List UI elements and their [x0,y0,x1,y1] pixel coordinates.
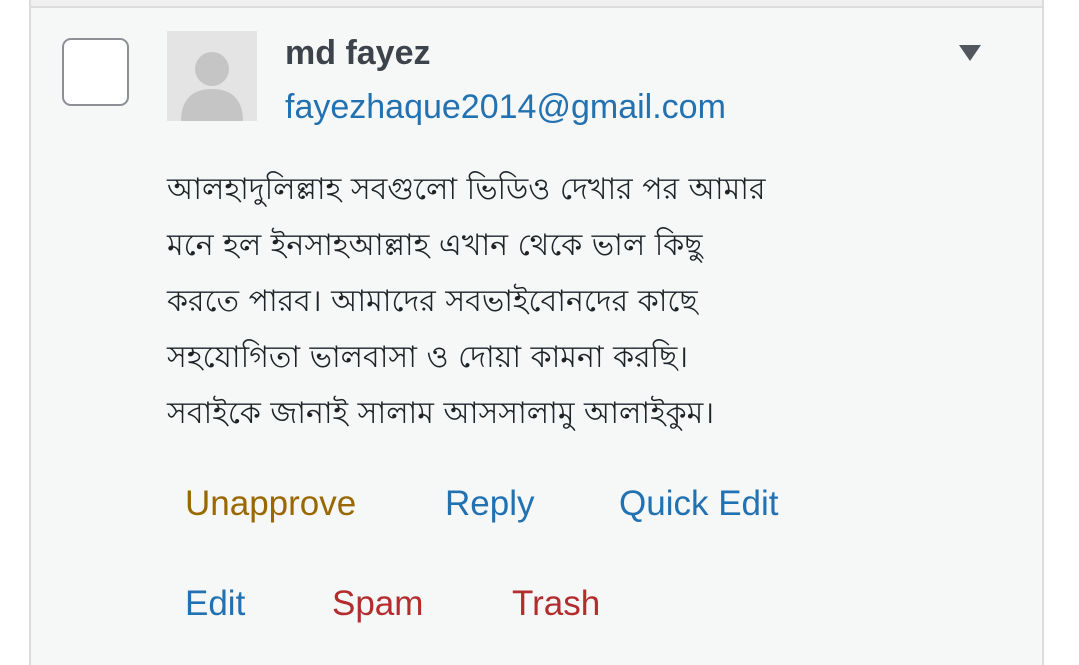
row-divider [31,0,1042,8]
comment-row: md fayez fayezhaque2014@gmail.com আলহাদু… [29,0,1044,665]
caret-down-icon[interactable] [958,44,982,62]
edit-link[interactable]: Edit [185,584,245,624]
reply-link[interactable]: Reply [445,484,534,524]
comment-text-line: সহযোগিতা ভালবাসা ও দোয়া কামনা করছি। [167,340,689,375]
trash-link[interactable]: Trash [512,584,600,624]
comment-text-line: আলহাদুলিল্লাহ সবগুলো ভিডিও দেখার পর আমার [167,172,766,207]
default-avatar-icon [167,31,257,121]
comment-author-name: md fayez [285,34,431,72]
quick-edit-link[interactable]: Quick Edit [619,484,779,524]
select-comment-checkbox[interactable] [62,38,129,106]
unapprove-link[interactable]: Unapprove [185,484,356,524]
comment-text-line: মনে হল ইনসাহআল্লাহ এখান থেকে ভাল কিছু [167,228,703,263]
comment-author-email-link[interactable]: fayezhaque2014@gmail.com [285,88,726,127]
comment-text-line: সবাইকে জানাই সালাম আসসালামু আলাইকুম। [167,396,715,431]
comment-text-line: করতে পারব। আমাদের সবভাইবোনদের কাছে [167,284,698,319]
spam-link[interactable]: Spam [332,584,423,624]
comment-text: আলহাদুলিল্লাহ সবগুলো ভিডিও দেখার পর আমার… [167,162,947,442]
